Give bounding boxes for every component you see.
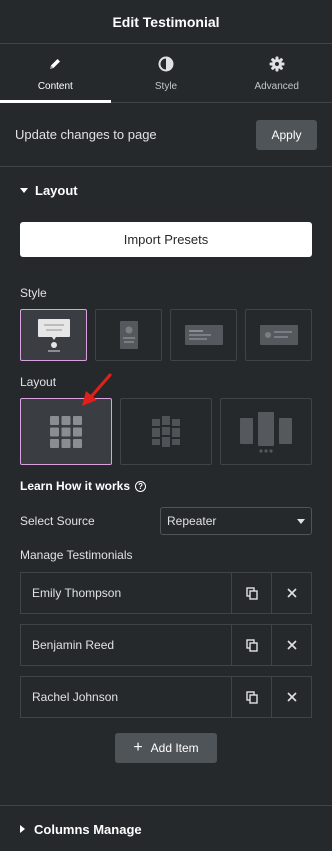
tab-bar: Content Style Advanced [0, 44, 332, 103]
remove-button[interactable] [271, 625, 311, 665]
repeater-item[interactable]: Benjamin Reed [20, 624, 312, 666]
columns-section-title: Columns Manage [34, 821, 142, 837]
update-bar: Update changes to page Apply [0, 103, 332, 167]
repeater-item[interactable]: Rachel Johnson [20, 676, 312, 718]
close-icon [286, 588, 297, 598]
source-select-value: Repeater [167, 514, 217, 528]
pencil-icon [48, 55, 62, 73]
style-option-1[interactable] [20, 309, 87, 361]
source-select[interactable]: Repeater [160, 507, 312, 535]
grid-layout-icon [50, 415, 82, 448]
caret-right-icon [20, 825, 25, 833]
duplicate-button[interactable] [231, 625, 271, 665]
style-1-preview-icon [37, 319, 70, 352]
layout-section-toggle[interactable]: Layout [0, 167, 332, 213]
layout-option-grid[interactable] [20, 398, 112, 465]
style-option-2[interactable] [95, 309, 162, 361]
learn-how-link[interactable]: Learn How it works ? [20, 479, 147, 493]
close-icon [286, 692, 297, 702]
gear-icon [269, 55, 285, 73]
plus-icon: + [133, 739, 143, 756]
style-4-preview-icon [259, 325, 298, 345]
source-row: Select Source Repeater [20, 507, 312, 535]
columns-section-toggle[interactable]: Columns Manage [0, 806, 332, 851]
copy-icon [245, 638, 258, 652]
copy-icon [245, 690, 258, 704]
caret-down-icon [20, 187, 28, 193]
style-options [20, 309, 312, 361]
close-icon [286, 640, 297, 650]
tab-advanced[interactable]: Advanced [221, 44, 332, 102]
manage-label: Manage Testimonials [20, 548, 133, 562]
help-icon: ? [135, 480, 147, 492]
style-option-3[interactable] [170, 309, 237, 361]
add-item-label: Add Item [150, 741, 199, 755]
style-option-4[interactable] [245, 309, 312, 361]
import-presets-button[interactable]: Import Presets [20, 222, 312, 257]
layout-option-carousel[interactable] [220, 398, 312, 465]
copy-icon [245, 586, 258, 600]
style-2-preview-icon [119, 321, 138, 349]
layout-section-title: Layout [35, 182, 78, 198]
layout-options [20, 398, 312, 465]
add-item-button[interactable]: + Add Item [115, 733, 217, 763]
remove-button[interactable] [271, 677, 311, 717]
learn-how-label: Learn How it works [20, 479, 131, 493]
tab-style-label: Style [154, 80, 178, 92]
masonry-layout-icon [152, 415, 180, 447]
apply-button[interactable]: Apply [256, 119, 317, 150]
layout-label: Layout [20, 375, 57, 389]
annotation-arrow-icon [82, 373, 112, 406]
carousel-layout-icon [240, 411, 292, 453]
tab-content-label: Content [37, 80, 73, 92]
tab-advanced-label: Advanced [254, 80, 299, 92]
style-label: Style [20, 286, 47, 300]
duplicate-button[interactable] [231, 573, 271, 613]
repeater-item-title[interactable]: Emily Thompson [21, 573, 231, 613]
repeater-item-title[interactable]: Benjamin Reed [21, 625, 231, 665]
tab-style[interactable]: Style [111, 44, 222, 102]
source-label: Select Source [20, 514, 95, 528]
duplicate-button[interactable] [231, 677, 271, 717]
style-3-preview-icon [184, 325, 223, 345]
layout-option-masonry[interactable] [120, 398, 212, 465]
update-text: Update changes to page [15, 127, 157, 142]
remove-button[interactable] [271, 573, 311, 613]
panel-header: Edit Testimonial [0, 0, 332, 44]
chevron-down-icon [297, 518, 305, 524]
repeater-item-title[interactable]: Rachel Johnson [21, 677, 231, 717]
panel-title: Edit Testimonial [112, 13, 220, 30]
repeater-item[interactable]: Emily Thompson [20, 572, 312, 614]
tab-content[interactable]: Content [0, 44, 111, 103]
half-circle-icon [158, 55, 174, 73]
